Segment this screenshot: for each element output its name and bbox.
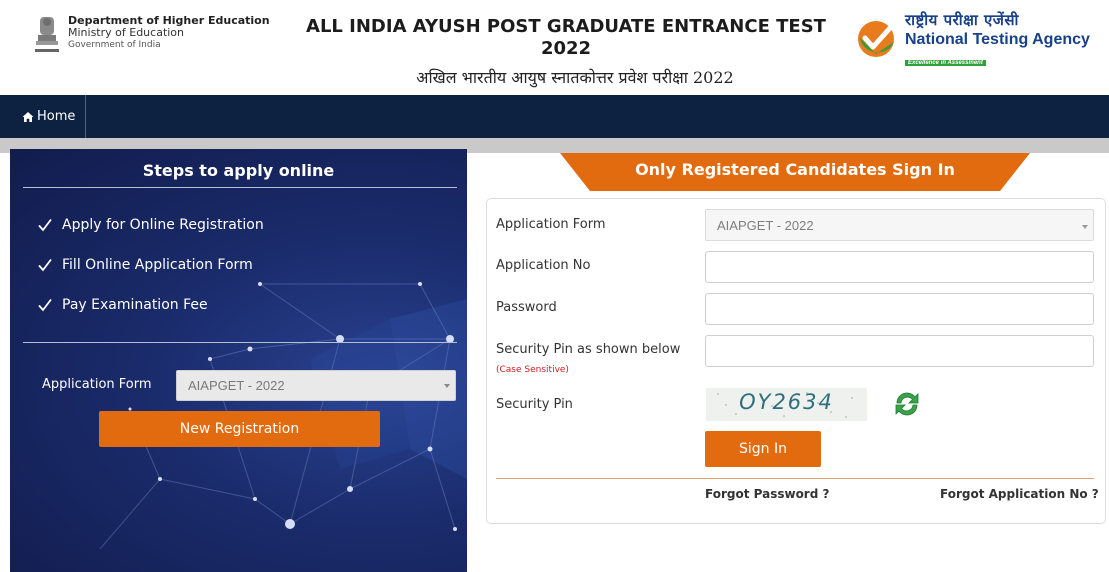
step-item: Fill Online Application Form — [38, 257, 253, 273]
application-no-label: Application No — [496, 258, 591, 273]
network-background — [99, 282, 467, 550]
emblem-icon — [35, 17, 59, 52]
check-icon — [38, 218, 52, 232]
new-registration-button[interactable]: New Registration — [99, 411, 380, 447]
refresh-icon[interactable] — [892, 389, 922, 419]
signin-divider — [496, 478, 1094, 479]
check-icon — [38, 298, 52, 312]
exam-title-line2: 2022 — [540, 38, 592, 59]
signin-title: Only Registered Candidates Sign In — [635, 160, 955, 179]
exam-title-hindi: अखिल भारतीय आयुष स्नातकोत्तर प्रवेश परीक… — [416, 68, 734, 87]
security-pin-input-label: Security Pin as shown below — [496, 342, 681, 357]
dropdown-caret-icon — [1082, 225, 1088, 229]
application-form-label: Application Form — [496, 217, 606, 232]
home-icon — [22, 111, 34, 122]
sign-in-button[interactable]: Sign In — [705, 431, 821, 467]
nav-home-link[interactable]: Home — [22, 95, 87, 138]
steps-divider-top — [23, 187, 457, 188]
nta-name-hindi: राष्ट्रीय परीक्षा एजेंसी — [905, 11, 1019, 29]
navbar: Home — [0, 95, 1109, 138]
security-pin-label: Security Pin — [496, 397, 573, 412]
nta-tagline: Excellence in Assessment — [905, 60, 986, 66]
application-form-select-value: AIAPGET - 2022 — [188, 378, 285, 393]
application-form-label: Application Form — [42, 377, 152, 392]
government-name: Government of India — [68, 40, 161, 50]
step-item: Apply for Online Registration — [38, 217, 264, 233]
signin-application-form-value: AIAPGET - 2022 — [717, 218, 814, 233]
forgot-application-no-link[interactable]: Forgot Application No ? — [940, 487, 1099, 501]
step-label: Pay Examination Fee — [62, 297, 208, 313]
header: Department of Higher Education Ministry … — [0, 0, 1109, 95]
ministry-name: Ministry of Education — [68, 26, 185, 39]
dropdown-caret-icon — [444, 384, 450, 388]
steps-panel: Steps to apply online Apply for Online R… — [10, 149, 467, 572]
exam-title: ALL INDIA AYUSH POST GRADUATE ENTRANCE T… — [280, 16, 852, 60]
password-input[interactable] — [705, 293, 1094, 325]
step-label: Apply for Online Registration — [62, 217, 264, 233]
captcha-text: OY2634 — [739, 390, 834, 414]
department-block: Department of Higher Education Ministry … — [68, 15, 270, 51]
signin-application-form-select[interactable]: AIAPGET - 2022 — [705, 209, 1094, 241]
nta-branding: राष्ट्रीय परीक्षा एजेंसी National Testin… — [905, 10, 1090, 68]
nta-logo-icon — [858, 21, 894, 57]
steps-title: Steps to apply online — [142, 161, 335, 180]
application-no-input[interactable] — [705, 251, 1094, 283]
case-sensitive-note: (Case Sensitive) — [496, 365, 569, 375]
exam-title-line1: ALL INDIA AYUSH POST GRADUATE ENTRANCE T… — [306, 16, 826, 37]
step-item: Pay Examination Fee — [38, 297, 208, 313]
nav-home-label: Home — [37, 109, 76, 124]
security-pin-input[interactable] — [705, 335, 1094, 367]
nta-name-english: National Testing Agency — [905, 31, 1090, 48]
application-form-select[interactable]: AIAPGET - 2022 — [176, 370, 456, 401]
steps-divider-bottom — [23, 342, 457, 343]
captcha-image: OY2634 — [706, 388, 867, 421]
forgot-password-link[interactable]: Forgot Password ? — [705, 487, 829, 501]
check-icon — [38, 258, 52, 272]
step-label: Fill Online Application Form — [62, 257, 253, 273]
password-label: Password — [496, 300, 557, 315]
